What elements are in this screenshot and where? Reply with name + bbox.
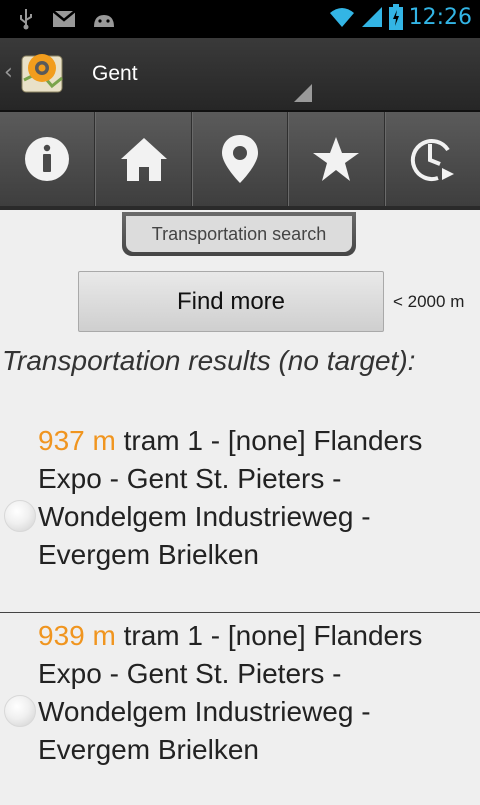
result-radio[interactable] [4, 695, 36, 727]
dropdown-corner-icon[interactable] [294, 84, 312, 102]
result-radio[interactable] [4, 500, 36, 532]
toolbar [0, 112, 480, 210]
map-pin-icon [222, 135, 259, 183]
divider [0, 612, 480, 613]
home-button[interactable] [95, 112, 192, 206]
star-icon [313, 137, 360, 181]
status-bar: 12:26 [0, 0, 480, 38]
results-title: Transportation results (no target): [2, 345, 416, 376]
info-button[interactable] [0, 112, 96, 206]
home-icon [120, 138, 167, 181]
info-icon [25, 137, 70, 181]
result-line: tram 1 - [none] [115, 425, 306, 456]
find-more-button[interactable]: Find more [78, 271, 384, 332]
gmail-icon [52, 10, 76, 27]
result-text: 937 m tram 1 - [none] Flanders Expo - Ge… [38, 422, 438, 574]
wifi-icon [329, 8, 354, 27]
list-item[interactable]: 939 m tram 1 - [none] Flanders Expo - Ge… [0, 617, 480, 805]
result-line: tram 1 - [none] [115, 620, 306, 651]
usb-icon [20, 9, 32, 30]
android-icon [94, 15, 114, 27]
tab-label: Transportation search [126, 216, 352, 252]
app-logo-icon[interactable] [20, 50, 66, 96]
back-chevron-icon[interactable]: ‹ [4, 60, 13, 85]
history-button[interactable] [384, 112, 480, 206]
list-item[interactable]: 937 m tram 1 - [none] Flanders Expo - Ge… [0, 422, 480, 610]
battery-icon [388, 4, 403, 30]
radius-label: < 2000 m [393, 292, 465, 311]
favorites-button[interactable] [288, 112, 385, 206]
result-text: 939 m tram 1 - [none] Flanders Expo - Ge… [38, 617, 438, 769]
page-title: Gent [92, 62, 138, 85]
result-distance: 937 m [38, 425, 116, 456]
location-button[interactable] [191, 112, 289, 206]
tab-transportation-search[interactable]: Transportation search [122, 212, 356, 256]
clock: 12:26 [408, 4, 472, 30]
result-distance: 939 m [38, 620, 116, 651]
history-icon [410, 139, 454, 181]
signal-icon [361, 7, 382, 27]
action-bar: ‹ Gent [0, 38, 480, 112]
